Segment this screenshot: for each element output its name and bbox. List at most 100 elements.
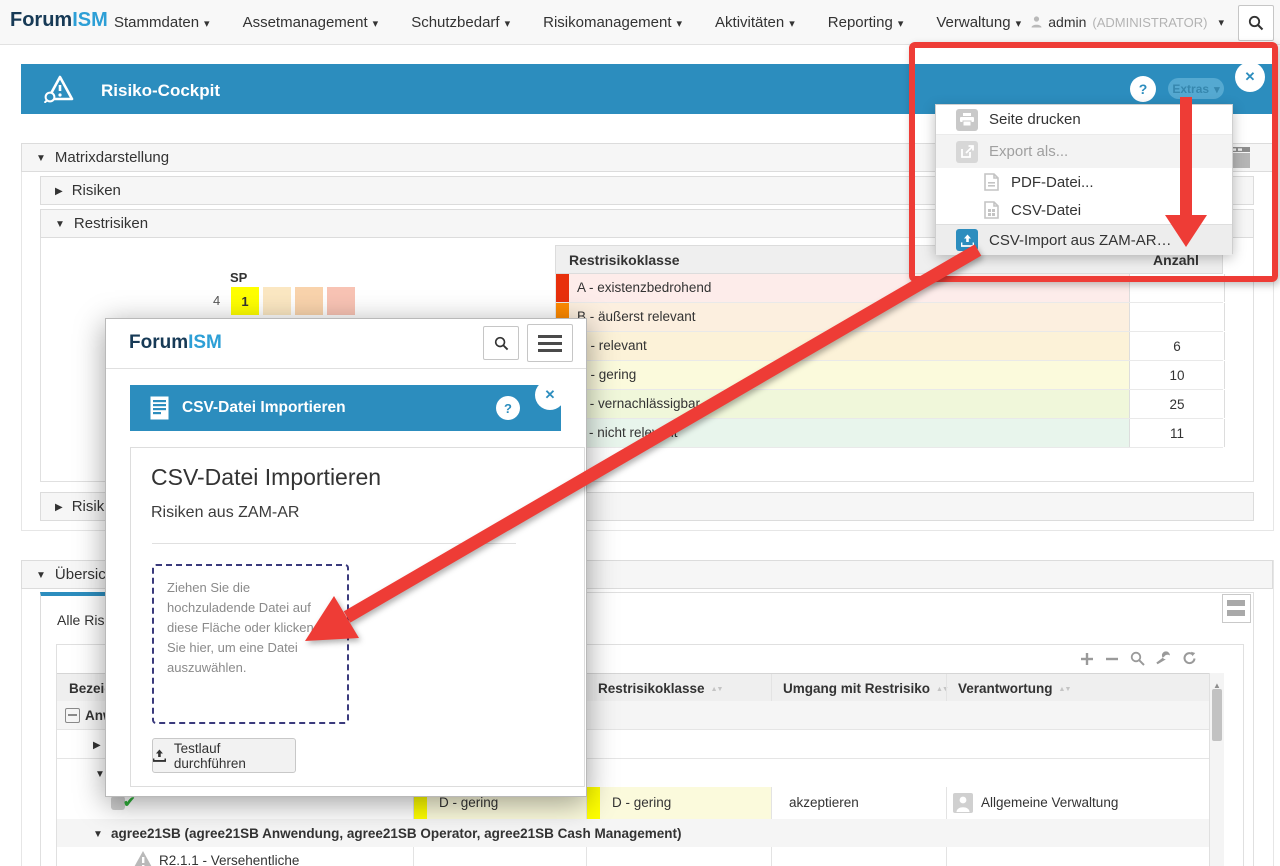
- menu-assetmanagement[interactable]: Assetmanagement: [243, 14, 379, 31]
- modal-menu-button[interactable]: [527, 324, 573, 362]
- class-count: 6: [1129, 332, 1225, 360]
- printer-icon: [956, 109, 978, 131]
- user-menu[interactable]: admin (ADMINISTRATOR): [1031, 0, 1224, 44]
- menu-item-seite-drucken[interactable]: Seite drucken: [936, 105, 1232, 135]
- matrix-cell-4[interactable]: [327, 287, 355, 315]
- column-divider: [946, 674, 947, 702]
- search-icon: [494, 336, 509, 351]
- global-search-button[interactable]: [1238, 5, 1274, 41]
- col-umgang-mit-restrisiko[interactable]: Umgang mit Restrisiko: [783, 681, 948, 696]
- export-icon: [956, 141, 978, 163]
- class-label: F - nicht relevant: [577, 425, 678, 440]
- page-title: Risiko-Cockpit: [101, 81, 220, 101]
- pdf-file-icon: [984, 173, 999, 191]
- menu-aktivitaeten[interactable]: Aktivitäten: [715, 14, 795, 31]
- section-matrixdarstellung-label: Matrixdarstellung: [36, 149, 169, 166]
- extras-dropdown-menu: Seite drucken Export als... PDF-Datei...…: [935, 104, 1233, 254]
- class-count: [1129, 303, 1225, 331]
- class-label: A - existenzbedrohend: [577, 280, 711, 295]
- testlauf-button[interactable]: Testlauf durchführen: [152, 738, 296, 773]
- modal-close-button[interactable]: [535, 380, 565, 410]
- search-icon: [1248, 15, 1264, 31]
- forumism-app: ForumISM Stammdaten Assetmanagement Schu…: [0, 0, 1280, 866]
- main-menu: Stammdaten Assetmanagement Schutzbedarf …: [114, 0, 1021, 44]
- menu-stammdaten[interactable]: Stammdaten: [114, 14, 210, 31]
- add-icon[interactable]: [1080, 652, 1094, 666]
- restrisiko-row-f[interactable]: F - nicht relevant 11: [555, 419, 1223, 448]
- modal-search-button[interactable]: [483, 326, 519, 360]
- refresh-icon[interactable]: [1182, 651, 1197, 666]
- collapse-minus-icon[interactable]: [65, 708, 80, 726]
- matrix-axis-label: SP: [230, 270, 247, 285]
- top-navbar: ForumISM Stammdaten Assetmanagement Schu…: [0, 0, 1280, 45]
- menu-item-label: CSV-Datei: [1011, 202, 1081, 219]
- modal-bar-title: CSV-Datei Importieren: [182, 399, 346, 417]
- col-verantwortung[interactable]: Verantwortung: [958, 681, 1070, 696]
- collapse-caret-icon[interactable]: [93, 826, 112, 841]
- file-dropzone[interactable]: Ziehen Sie die hochzuladende Datei auf d…: [152, 564, 349, 724]
- class-count: [1129, 274, 1225, 302]
- risikoklasse-value: D - gering: [439, 795, 498, 810]
- column-divider: [946, 847, 947, 866]
- menu-schutzbedarf[interactable]: Schutzbedarf: [411, 14, 510, 31]
- column-divider: [946, 787, 947, 819]
- extras-button[interactable]: Extras: [1168, 78, 1224, 99]
- group-label: agree21SB (agree21SB Anwendung, agree21S…: [111, 826, 681, 841]
- list-bar-icon: [1227, 610, 1245, 616]
- menu-item-label: PDF-Datei...: [1011, 174, 1094, 191]
- menu-item-csv-import-zam-ar[interactable]: CSV-Import aus ZAM-AR…: [936, 224, 1232, 255]
- logo-part2: ISM: [188, 332, 222, 353]
- umgang-value: akzeptieren: [789, 795, 859, 810]
- help-button[interactable]: [1130, 76, 1156, 102]
- logo-part2: ISM: [72, 9, 108, 31]
- class-count: 11: [1129, 419, 1225, 447]
- matrix-cell-2[interactable]: [263, 287, 291, 315]
- menu-item-label: CSV-Import aus ZAM-AR…: [989, 232, 1172, 249]
- app-logo[interactable]: ForumISM: [10, 9, 108, 32]
- settings-wrench-icon[interactable]: [1156, 651, 1171, 666]
- close-page-button[interactable]: [1235, 62, 1265, 92]
- table-toolbar: [1080, 651, 1197, 666]
- menu-verwaltung[interactable]: Verwaltung: [936, 14, 1021, 31]
- menu-item-pdf-datei[interactable]: PDF-Datei...: [936, 168, 1232, 196]
- column-divider: [586, 847, 587, 866]
- warning-icon: [133, 851, 153, 866]
- class-label: B - äußerst relevant: [577, 309, 696, 324]
- restrisiko-row-b[interactable]: B - äußerst relevant: [555, 303, 1223, 332]
- extras-label: Extras: [1172, 82, 1219, 96]
- menu-risikomanagement[interactable]: Risikomanagement: [543, 14, 682, 31]
- table-row-r211[interactable]: R2.1.1 - Versehentliche: [57, 847, 1209, 866]
- restrisiko-row-d[interactable]: D - gering 10: [555, 361, 1223, 390]
- scrollbar-thumb[interactable]: [1212, 689, 1222, 741]
- matrix-row-label: 4: [213, 293, 220, 308]
- menu-item-label: Seite drucken: [989, 111, 1081, 128]
- menu-item-csv-datei[interactable]: CSV-Datei: [936, 196, 1232, 224]
- modal-help-button[interactable]: [496, 396, 520, 420]
- matrix-cell-3[interactable]: [295, 287, 323, 315]
- class-color-bar: [556, 274, 569, 302]
- person-icon: [953, 793, 973, 813]
- user-name: admin: [1048, 14, 1086, 30]
- document-icon: [150, 396, 169, 420]
- remove-icon[interactable]: [1105, 652, 1119, 666]
- column-divider: [771, 787, 772, 819]
- menu-item-export-als[interactable]: Export als...: [936, 135, 1232, 168]
- table-scrollbar[interactable]: [1209, 673, 1224, 866]
- restrisikoklasse-value: D - gering: [612, 795, 671, 810]
- testlauf-button-label: Testlauf durchführen: [174, 741, 295, 771]
- user-icon: [1031, 16, 1042, 28]
- column-divider: [413, 847, 414, 866]
- restrisiko-row-e[interactable]: E - vernachlässigbar 25: [555, 390, 1223, 419]
- column-divider: [771, 847, 772, 866]
- list-view-toggle[interactable]: [1222, 594, 1251, 623]
- logo-part1: Forum: [10, 9, 72, 31]
- section-restrisiken-label: Restrisiken: [55, 215, 148, 232]
- menu-reporting[interactable]: Reporting: [828, 14, 904, 31]
- matrix-cell-1[interactable]: 1: [231, 287, 259, 315]
- restrisiko-row-c[interactable]: C - relevant 6: [555, 332, 1223, 361]
- restrisiko-row-a[interactable]: A - existenzbedrohend: [555, 274, 1223, 303]
- search-table-icon[interactable]: [1130, 651, 1145, 666]
- class-count: 25: [1129, 390, 1225, 418]
- table-group-row-agree21sb[interactable]: agree21SB (agree21SB Anwendung, agree21S…: [57, 819, 1209, 848]
- col-restrisikoklasse[interactable]: Restrisikoklasse: [598, 681, 722, 696]
